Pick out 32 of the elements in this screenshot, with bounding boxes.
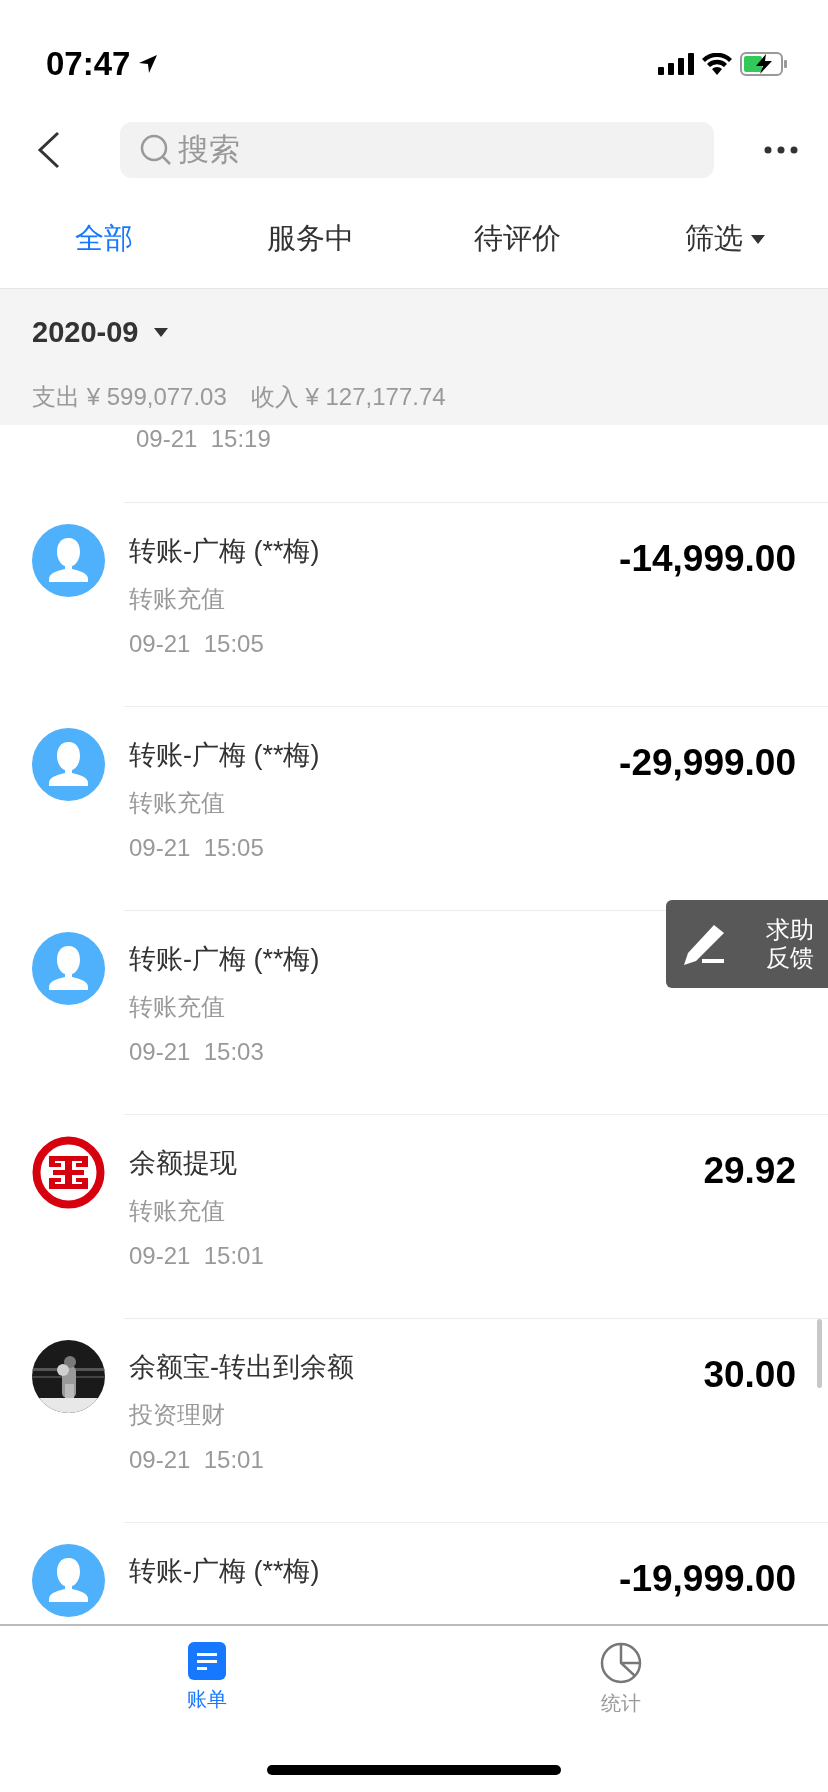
expense-summary: 支出 ¥ 599,077.03 <box>32 381 227 412</box>
transaction-title: 转账-广梅 (**梅) <box>129 1555 320 1588</box>
income-summary: 收入 ¥ 127,177.74 <box>250 381 446 412</box>
transaction-category: 转账充值 <box>129 789 225 819</box>
transaction-time: 09-21 15:03 <box>129 1038 264 1067</box>
transaction-time: 09-21 15:05 <box>129 834 264 863</box>
transaction-title: 转账-广梅 (**梅) <box>129 739 320 772</box>
tab[interactable]: 待评价 <box>414 216 621 262</box>
transaction-amount: 29.92 <box>703 1149 796 1193</box>
transaction-amount: -19,999.00 <box>619 1557 796 1601</box>
search-field[interactable]: 搜索 <box>120 122 714 178</box>
transaction-amount: -29,999.00 <box>619 741 796 785</box>
transaction-title: 转账-广梅 (**梅) <box>129 943 320 976</box>
month-label[interactable]: 2020-09 <box>32 311 139 355</box>
transaction-time: 09-21 15:19 <box>136 425 271 454</box>
transaction-title: 转账-广梅 (**梅) <box>129 535 320 568</box>
feedback-button[interactable]: 求助反馈 <box>666 900 828 988</box>
transaction-time: 09-21 15:05 <box>129 630 264 659</box>
transaction-amount: -14,999.00 <box>619 537 796 581</box>
transaction-category: 转账充值 <box>129 1197 225 1227</box>
filter-dropdown[interactable]: 筛选 <box>621 216 828 262</box>
clock-time: 07:47 <box>46 44 131 85</box>
transaction-category: 转账充值 <box>129 993 225 1023</box>
transaction-category: 投资理财 <box>129 1401 225 1431</box>
transaction-title: 余额提现 <box>129 1147 237 1180</box>
transaction-title: 余额宝-转出到余额 <box>129 1351 354 1384</box>
transaction-amount: 30.00 <box>703 1353 796 1397</box>
transaction-time: 09-21 15:01 <box>129 1242 264 1271</box>
tab[interactable]: 全部 <box>0 216 207 262</box>
tab[interactable]: 服务中 <box>207 216 414 262</box>
transaction-category: 转账充值 <box>129 585 225 615</box>
transaction-time: 09-21 15:01 <box>129 1446 264 1475</box>
